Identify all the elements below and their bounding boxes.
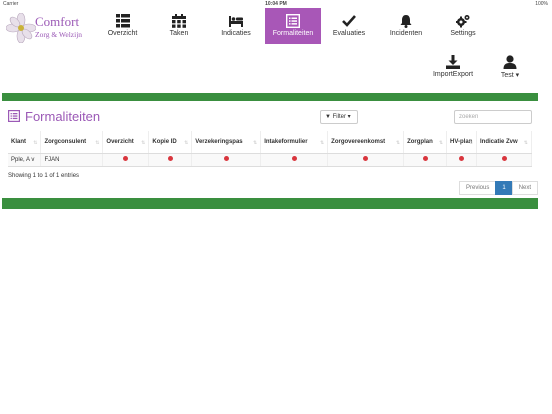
pagination-previous[interactable]: Previous [459, 181, 497, 195]
list-alt-icon [8, 110, 20, 122]
battery-level: 100% [535, 1, 548, 7]
nav-item-settings[interactable]: Settings [442, 8, 484, 44]
sort-icon: ⇅ [395, 140, 401, 146]
checkmark-icon [342, 15, 356, 27]
sort-icon: ⇅ [184, 140, 189, 146]
gears-icon [456, 15, 470, 28]
calendar-icon [172, 14, 186, 28]
sort-icon: ⇅ [33, 140, 38, 146]
user-label: Test ▾ [500, 72, 520, 79]
sort-icon: ⇅ [468, 140, 473, 146]
user-menu[interactable]: Test ▾ [494, 55, 526, 85]
logo-title: Comfort [35, 14, 80, 29]
sort-icon: ⇅ [141, 140, 146, 146]
table-info: Showing 1 to 1 of 1 entries [8, 173, 80, 179]
column-header-zorgplan[interactable]: Zorgplan ⇅ [403, 131, 448, 154]
cell-overzicht[interactable] [102, 153, 150, 167]
nav-item-overzicht[interactable]: Overzicht [100, 8, 145, 44]
pagination: Previous 1 Next [459, 181, 539, 195]
import-export-label: ImportExport [432, 71, 474, 78]
cell-intakeformulier[interactable] [260, 153, 329, 167]
top-divider-bar [2, 93, 538, 101]
table-header-row: Klant ⇅ Zorgconsulent ⇅ Overzicht ⇅ Kopie I… [8, 131, 532, 154]
nav-label-formaliteiten: Formaliteiten [272, 30, 314, 37]
clock: 10:04 PM [265, 1, 287, 7]
filter-label: Filter [332, 114, 346, 120]
import-export-button[interactable]: ImportExport [431, 55, 475, 85]
chevron-down-icon: ▾ [347, 114, 351, 120]
cell-klant[interactable]: Pple, A v [8, 153, 42, 167]
column-header-hv-plan[interactable]: HV-plan ⇅ [446, 131, 477, 154]
column-header-intakeformulier[interactable]: Intakeformulier ⇅ [260, 131, 329, 154]
nav-item-incidenten[interactable]: Incidenten [384, 8, 428, 44]
nav-label-evaluaties: Evaluaties [332, 30, 366, 37]
nav-label-taken: Taken [169, 30, 189, 37]
table-row[interactable]: Pple, A v FJAN [8, 153, 532, 167]
status-dot-icon [363, 156, 369, 162]
cell-hv-plan[interactable] [446, 153, 477, 167]
nav-item-formaliteiten[interactable]: Formaliteiten [265, 8, 321, 44]
ios-status-bar: Carrier 10:04 PM 100% [0, 0, 552, 8]
pagination-page-1[interactable]: 1 [495, 181, 513, 195]
status-dot-icon [291, 156, 297, 162]
sort-icon: ⇅ [523, 140, 528, 146]
column-header-indicatie-zvw[interactable]: Indicatie Zvw ⇅ [476, 131, 532, 154]
column-header-zorgconsulent[interactable]: Zorgconsulent ⇅ [40, 131, 104, 154]
bell-icon [400, 15, 412, 28]
filter-icon: ▼ [325, 114, 331, 120]
bed-icon [229, 16, 243, 27]
column-header-kopie-id[interactable]: Kopie ID ⇅ [148, 131, 193, 154]
sort-icon: ⇅ [95, 140, 100, 146]
page-title-text: Formaliteiten [25, 109, 101, 124]
status-dot-icon [123, 156, 129, 162]
status-dot-icon [167, 156, 173, 162]
nav-label-settings: Settings [450, 30, 476, 37]
cell-zorgplan[interactable] [403, 153, 448, 167]
grid-list-icon [115, 14, 130, 28]
download-icon [446, 55, 460, 69]
cell-zorgconsulent: FJAN [40, 153, 104, 167]
formaliteiten-table: Klant ⇅ Zorgconsulent ⇅ Overzicht ⇅ Kopie I… [8, 131, 532, 167]
cell-zorgovereenkomst[interactable] [327, 153, 405, 167]
logo[interactable]: Comfort Zorg & Welzijn [6, 13, 96, 43]
column-header-overzicht[interactable]: Overzicht ⇅ [102, 131, 150, 154]
logo-subtitle: Zorg & Welzijn [35, 30, 83, 39]
sort-icon: ⇅ [253, 140, 258, 146]
nav-label-incidenten: Incidenten [389, 30, 423, 37]
sort-icon: ⇅ [438, 140, 444, 146]
column-header-klant[interactable]: Klant ⇅ [8, 131, 42, 154]
column-header-zorgovereenkomst[interactable]: Zorgovereenkomst ⇅ [327, 131, 405, 154]
search-input[interactable] [454, 110, 532, 124]
status-dot-icon [422, 156, 428, 162]
cell-verzekeringspas[interactable] [191, 153, 262, 167]
user-icon [503, 55, 517, 69]
nav-item-taken[interactable]: Taken [157, 8, 201, 44]
status-dot-icon [501, 156, 507, 162]
status-dot-icon [223, 156, 229, 162]
top-navigation: Comfort Zorg & Welzijn Overzicht Taken I… [0, 8, 552, 44]
nav-item-evaluaties[interactable]: Evaluaties [326, 8, 372, 44]
nav-label-indicaties: Indicaties [221, 30, 251, 37]
cell-kopie-id[interactable] [148, 153, 193, 167]
list-alt-icon [286, 14, 300, 28]
filter-button[interactable]: ▼ Filter ▾ [320, 110, 358, 124]
nav-item-indicaties[interactable]: Indicaties [212, 8, 260, 44]
column-header-verzekeringspas[interactable]: Verzekeringspas ⇅ [191, 131, 262, 154]
status-dot-icon [459, 156, 465, 162]
flower-logo-icon [6, 13, 36, 43]
nav-label-overzicht: Overzicht [107, 30, 138, 37]
sort-icon: ⇅ [319, 140, 325, 146]
bottom-divider-bar [2, 198, 538, 209]
pagination-next[interactable]: Next [511, 181, 539, 195]
cell-indicatie-zvw[interactable] [476, 153, 532, 167]
